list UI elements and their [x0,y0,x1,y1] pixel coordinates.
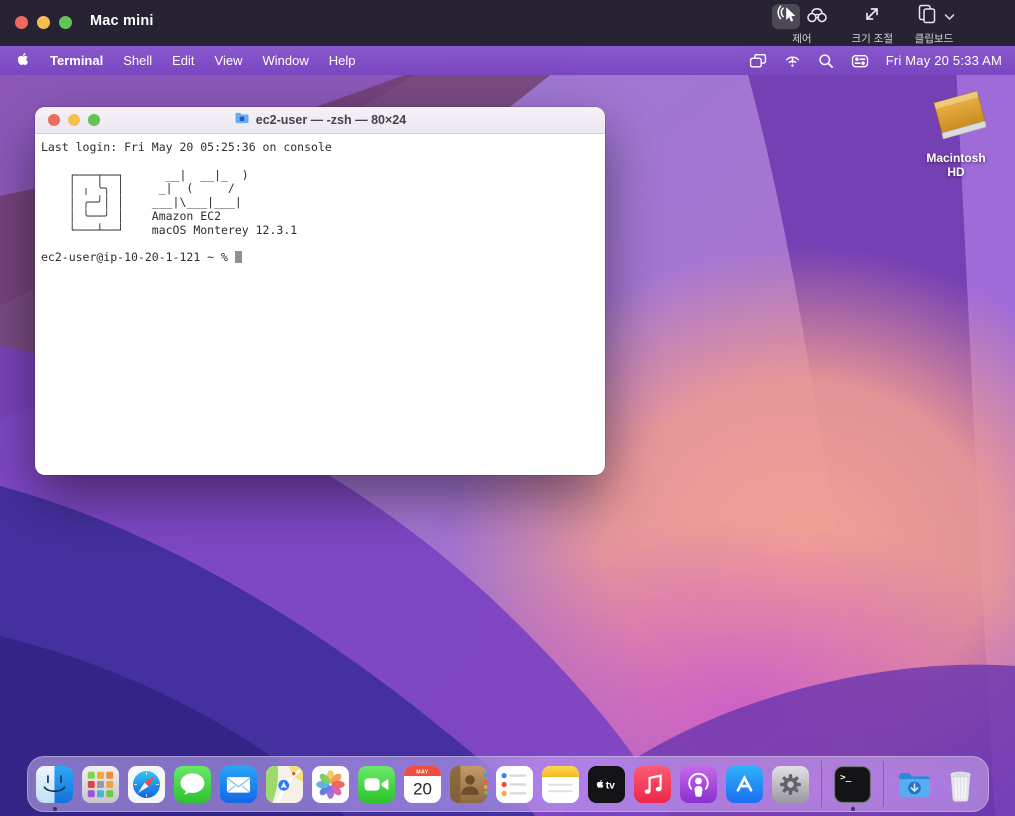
podcasts-dock-icon[interactable] [680,766,717,803]
mail-dock-icon[interactable] [220,766,257,803]
resize-group: 크기 조절 [851,3,893,46]
control-center-icon[interactable] [851,53,869,69]
resize-button[interactable] [858,4,886,29]
terminal-traffic-lights [48,114,100,126]
apple-menu[interactable] [13,51,40,70]
dock-separator [821,761,822,807]
maps-dock-icon[interactable] [266,766,303,803]
home-folder-icon [234,111,250,129]
svg-text:MAY: MAY [416,769,429,775]
control-mode-label: 제어 [792,31,811,46]
clipboard-button[interactable] [913,4,941,29]
close-button[interactable] [15,16,28,29]
downloads-folder-dock-icon[interactable] [896,766,933,803]
notes-dock-icon[interactable] [542,766,579,803]
control-mode-group: 제어 [772,3,831,46]
finder-dock-icon[interactable] [36,766,73,803]
menu-view[interactable]: View [205,53,253,68]
calendar-dock-icon[interactable]: MAY 20 [404,766,441,803]
window-traffic-lights [15,16,72,29]
facetime-dock-icon[interactable] [358,766,395,803]
finder-running-indicator [53,807,57,811]
macintosh-hd-desktop-icon[interactable]: Macintosh HD [919,86,993,179]
remote-desktop: Terminal Shell Edit View Window Help [0,46,1015,816]
resize-arrows-icon [861,3,883,30]
terminal-zoom-button[interactable] [88,114,100,126]
terminal-content[interactable]: Last login: Fri May 20 05:25:36 on conso… [35,134,605,265]
menu-shell[interactable]: Shell [113,53,162,68]
terminal-window: ec2-user — -zsh — 80×24 Last login: Fri … [35,107,605,475]
macos-menubar: Terminal Shell Edit View Window Help [0,46,1015,75]
messages-dock-icon[interactable] [174,766,211,803]
terminal-cursor [235,251,242,263]
svg-text:20: 20 [413,779,432,798]
minimize-button[interactable] [37,16,50,29]
photos-dock-icon[interactable] [312,766,349,803]
wifi-alert-icon[interactable] [784,53,801,68]
menu-terminal[interactable]: Terminal [40,53,113,68]
screen-sharing-titlebar: Mac mini [0,0,1015,46]
terminal-close-button[interactable] [48,114,60,126]
observe-mode-button[interactable] [803,4,831,29]
displays-icon[interactable] [749,53,767,69]
binoculars-icon [805,3,829,30]
terminal-prompt-row[interactable]: ec2-user@ip-10-20-1-121 ~ % [41,251,597,265]
launchpad-dock-icon[interactable] [82,766,119,803]
dock-separator [883,761,884,807]
screen-sharing-toolbar: 제어 크기 조절 [772,3,955,46]
menu-window[interactable]: Window [253,53,319,68]
chevron-down-icon[interactable] [944,8,955,26]
hard-drive-icon [921,131,991,148]
clipboard-group: 클립보드 [913,3,955,46]
menubar-clock[interactable]: Fri May 20 5:33 AM [886,53,1002,68]
apple-tv-dock-icon[interactable]: tv [588,766,625,803]
terminal-running-indicator [851,807,855,811]
zoom-button[interactable] [59,16,72,29]
control-mode-button[interactable] [772,4,800,29]
svg-text:tv: tv [606,780,615,791]
music-dock-icon[interactable] [634,766,671,803]
resize-label: 크기 조절 [851,31,893,46]
terminal-prompt: ec2-user@ip-10-20-1-121 ~ % [41,250,235,264]
menu-help[interactable]: Help [319,53,366,68]
terminal-title: ec2-user — -zsh — 80×24 [256,113,406,127]
system-preferences-dock-icon[interactable] [772,766,809,803]
app-store-dock-icon[interactable] [726,766,763,803]
terminal-dock-icon[interactable]: >_ [834,766,871,803]
reminders-dock-icon[interactable] [496,766,533,803]
apple-logo-icon [15,51,31,70]
menu-edit[interactable]: Edit [162,53,204,68]
terminal-minimize-button[interactable] [68,114,80,126]
dock: MAY 20 [27,756,989,812]
terminal-output: Last login: Fri May 20 05:25:36 on conso… [41,141,597,238]
trash-dock-icon[interactable] [942,766,979,803]
contacts-dock-icon[interactable] [450,766,487,803]
clipboard-label: 클립보드 [915,31,954,46]
safari-dock-icon[interactable] [128,766,165,803]
terminal-titlebar[interactable]: ec2-user — -zsh — 80×24 [35,107,605,134]
spotlight-search-icon[interactable] [818,53,834,69]
svg-text:>_: >_ [840,771,852,782]
control-cursor-icon [775,3,797,30]
disk-label: Macintosh HD [919,151,993,179]
window-title: Mac mini [90,13,154,29]
clipboard-icon [915,3,939,30]
